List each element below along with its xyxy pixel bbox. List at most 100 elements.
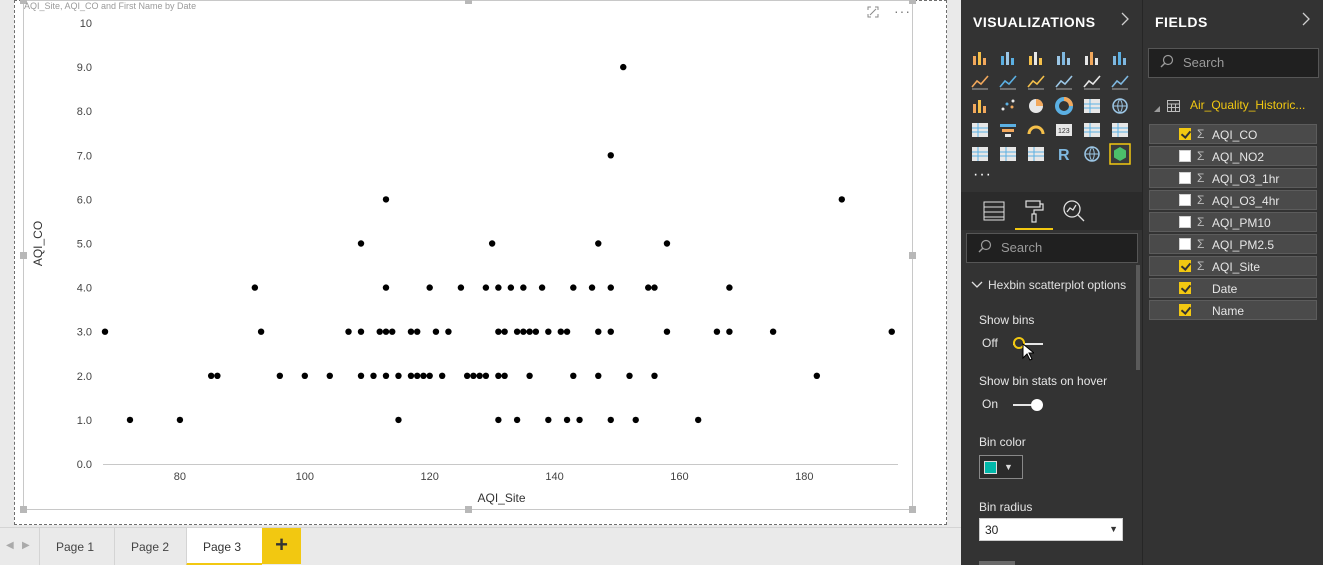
map-icon[interactable] xyxy=(1109,95,1131,117)
bin-radius-label: Bin radius xyxy=(979,500,1033,514)
hexbin-icon[interactable] xyxy=(1109,143,1131,165)
field-item[interactable]: Σ AQI_Site xyxy=(1149,256,1317,276)
show-bin-stats-toggle[interactable] xyxy=(1011,397,1045,413)
analytics-magnifier-tab[interactable] xyxy=(1055,192,1093,230)
field-item[interactable]: Date xyxy=(1149,278,1317,298)
globe-icon[interactable] xyxy=(1081,143,1103,165)
multirow-card-icon[interactable] xyxy=(1081,119,1103,141)
y-tick-label: 5.0 xyxy=(77,239,92,251)
field-checkbox[interactable] xyxy=(1179,304,1191,316)
sigma-icon: Σ xyxy=(1197,259,1205,273)
hexbin-options-section[interactable]: Hexbin scatterplot options xyxy=(961,270,1138,300)
scatter-point xyxy=(395,416,402,424)
field-checkbox[interactable] xyxy=(1179,282,1191,294)
scatter-point xyxy=(651,284,658,291)
table-node[interactable]: Air_Quality_Historic... xyxy=(1151,95,1321,115)
resize-handle[interactable] xyxy=(20,506,27,513)
page-tab-1[interactable]: Page 1 xyxy=(39,528,111,565)
kpi-icon[interactable] xyxy=(1109,119,1131,141)
stacked-area-icon[interactable] xyxy=(1025,71,1047,93)
field-checkbox[interactable] xyxy=(1179,194,1191,206)
format-paint-roller-tab[interactable] xyxy=(1015,192,1053,230)
resize-handle[interactable] xyxy=(20,252,27,259)
bin-radius-select[interactable]: 30 ▼ xyxy=(979,518,1123,541)
scroll-left-icon[interactable]: ◀ xyxy=(6,540,14,551)
scatter-point xyxy=(301,372,309,379)
matrix-icon[interactable] xyxy=(1025,143,1047,165)
page-tab-2[interactable]: Page 2 xyxy=(114,528,186,565)
r-visual-icon[interactable]: R xyxy=(1053,143,1075,165)
scatter-point xyxy=(251,284,259,291)
scatter-icon[interactable] xyxy=(997,95,1019,117)
gauge-icon[interactable] xyxy=(1025,119,1047,141)
card-icon[interactable]: 123 xyxy=(1053,119,1075,141)
funnel-icon[interactable] xyxy=(997,119,1019,141)
page-tab-bar: ◀ ▶ Page 1 Page 2 Page 3 + xyxy=(0,527,961,565)
scatter-point xyxy=(607,416,614,424)
clustered-bar-icon[interactable] xyxy=(1025,47,1047,69)
scatter-point xyxy=(414,328,421,335)
chevron-right-icon[interactable] xyxy=(1301,12,1311,29)
resize-handle[interactable] xyxy=(465,506,472,513)
scatter-point xyxy=(476,372,483,379)
fields-well-tab[interactable] xyxy=(975,192,1013,230)
pie-chart-icon[interactable] xyxy=(1025,95,1047,117)
line-chart-icon[interactable] xyxy=(969,71,991,93)
chevron-down-icon: ▼ xyxy=(1109,524,1118,534)
filled-map-icon[interactable] xyxy=(969,119,991,141)
resize-handle[interactable] xyxy=(909,252,916,259)
resize-handle[interactable] xyxy=(909,0,916,4)
field-checkbox[interactable] xyxy=(1179,238,1191,250)
stacked-column-icon[interactable] xyxy=(997,47,1019,69)
field-item[interactable]: Σ AQI_CO xyxy=(1149,124,1317,144)
treemap-icon[interactable] xyxy=(1081,95,1103,117)
field-item[interactable]: Σ AQI_O3_4hr xyxy=(1149,190,1317,210)
chevron-right-icon[interactable] xyxy=(1120,12,1130,29)
field-item[interactable]: Σ AQI_PM2.5 xyxy=(1149,234,1317,254)
stacked-bar-icon[interactable] xyxy=(969,47,991,69)
sigma-icon: Σ xyxy=(1197,171,1205,185)
fields-title-text: FIELDS xyxy=(1155,14,1208,30)
viz-search-input[interactable]: Search xyxy=(966,233,1138,263)
field-item[interactable]: Σ AQI_NO2 xyxy=(1149,146,1317,166)
clustered-column-icon[interactable] xyxy=(1053,47,1075,69)
more-options-icon[interactable]: ··· xyxy=(894,3,911,19)
resize-handle[interactable] xyxy=(909,506,916,513)
scatter-point xyxy=(501,372,508,379)
more-visuals-icon[interactable]: ··· xyxy=(973,166,992,184)
field-checkbox[interactable] xyxy=(1179,128,1191,140)
scatter-chart: 0.0 1.0 2.0 3.0 4.0 5.0 6.0 7.0 8.0 9.0 10 80 100 120… xyxy=(31,18,898,505)
format-pane-scrollbar[interactable] xyxy=(1136,265,1140,370)
focus-mode-icon[interactable] xyxy=(867,6,879,21)
sigma-icon: Σ xyxy=(1197,193,1205,207)
field-checkbox[interactable] xyxy=(1179,172,1191,184)
donut-icon[interactable] xyxy=(1053,95,1075,117)
expand-triangle-icon[interactable] xyxy=(1153,100,1161,118)
scatter-point xyxy=(257,328,265,335)
svg-text:123: 123 xyxy=(1058,128,1070,135)
100-bar-icon[interactable] xyxy=(1081,47,1103,69)
scatter-point xyxy=(357,328,365,335)
field-item[interactable]: Σ AQI_O3_1hr xyxy=(1149,168,1317,188)
resize-handle[interactable] xyxy=(465,0,472,4)
line-clustered-icon[interactable] xyxy=(1081,71,1103,93)
scatter-visual[interactable]: 0.0 1.0 2.0 3.0 4.0 5.0 6.0 7.0 8.0 9.0 10 80 100 120… xyxy=(20,0,916,513)
page-tab-3[interactable]: Page 3 xyxy=(186,528,262,565)
field-checkbox[interactable] xyxy=(1179,216,1191,228)
field-checkbox[interactable] xyxy=(1179,260,1191,272)
bin-color-picker[interactable]: ▼ xyxy=(979,455,1023,479)
area-chart-icon[interactable] xyxy=(997,71,1019,93)
table-icon[interactable] xyxy=(997,143,1019,165)
field-checkbox[interactable] xyxy=(1179,150,1191,162)
ribbon-chart-icon[interactable] xyxy=(1109,71,1131,93)
line-column-icon[interactable] xyxy=(1053,71,1075,93)
scatter-point xyxy=(276,372,284,379)
add-page-button[interactable]: + xyxy=(262,528,301,564)
field-item[interactable]: Name xyxy=(1149,300,1317,320)
scroll-right-icon[interactable]: ▶ xyxy=(22,540,30,551)
waterfall-icon[interactable] xyxy=(969,95,991,117)
fields-search-input[interactable]: Search xyxy=(1148,48,1319,78)
slicer-icon[interactable] xyxy=(969,143,991,165)
100-column-icon[interactable] xyxy=(1109,47,1131,69)
field-item[interactable]: Σ AQI_PM10 xyxy=(1149,212,1317,232)
